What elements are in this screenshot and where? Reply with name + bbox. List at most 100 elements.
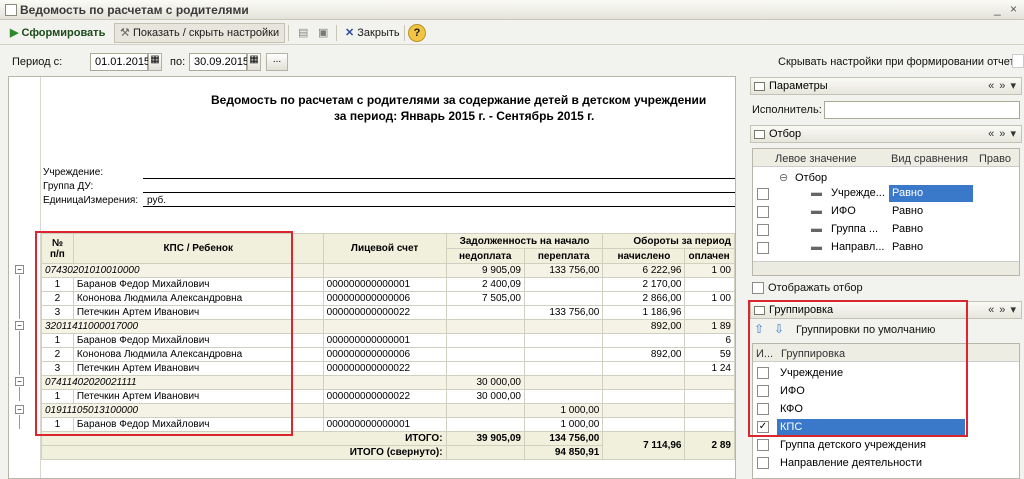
close-window-icon[interactable]: × xyxy=(1010,2,1017,16)
overpay-cell: 1 000,00 xyxy=(523,403,604,418)
collapse-group-icon[interactable]: − xyxy=(15,377,24,386)
paid-cell: 1 00 xyxy=(684,291,735,306)
total-underpay: 39 905,09 xyxy=(445,431,525,446)
paid-cell: 6 xyxy=(684,333,735,348)
window-title: Ведомость по расчетам с родителями xyxy=(20,3,249,17)
paid-cell: 1 24 xyxy=(684,361,735,376)
filter-hscrollbar[interactable] xyxy=(753,261,1019,275)
total-overpay: 134 756,00 xyxy=(523,431,604,446)
total-paid: 2 89 xyxy=(684,431,735,460)
filter-col-left: Левое значение xyxy=(775,153,857,165)
overpay-cell xyxy=(523,375,604,390)
filter-item-name: Направл... xyxy=(831,241,885,253)
paid-cell xyxy=(684,417,735,432)
field-icon: ▬ xyxy=(811,223,822,235)
grouping-item-checkbox[interactable] xyxy=(757,439,769,451)
group-line xyxy=(19,331,20,375)
grouping-item-name: Группа детского учреждения xyxy=(780,439,926,451)
highlight-box xyxy=(748,300,968,437)
params-icon xyxy=(754,82,765,91)
report-document[interactable]: Ведомость по расчетам с родителями за со… xyxy=(8,76,736,479)
account-cell: 000000000000022 xyxy=(322,389,447,404)
underline xyxy=(143,178,735,179)
period-from-input[interactable]: 01.01.2015 xyxy=(90,53,150,71)
filter-item-checkbox[interactable] xyxy=(757,242,769,254)
col-paid: оплачен xyxy=(684,248,735,264)
collapse-group-icon[interactable]: − xyxy=(15,321,24,330)
underpay-cell xyxy=(445,333,525,348)
grouping-nav-icon[interactable]: « » ▾ xyxy=(988,303,1017,316)
filter-item-name: Учрежде... xyxy=(831,187,885,199)
show-filter-checkbox[interactable] xyxy=(752,282,764,294)
help-icon[interactable]: ? xyxy=(408,24,426,42)
total-collapsed-overpay: 94 850,91 xyxy=(523,445,604,460)
underpay-cell xyxy=(445,305,525,320)
toggle-settings-button[interactable]: ⚒ Показать / скрыть настройки xyxy=(114,23,286,43)
overpay-cell xyxy=(523,277,604,292)
minimize-icon[interactable]: _ xyxy=(994,2,1001,16)
params-title: Параметры xyxy=(769,80,828,92)
overpay-cell: 133 756,00 xyxy=(523,263,604,278)
unit-value: руб. xyxy=(147,195,167,206)
overpay-cell xyxy=(523,333,604,348)
field-icon: ▬ xyxy=(811,205,822,217)
document-icon xyxy=(5,4,17,16)
filter-item-checkbox[interactable] xyxy=(757,188,769,200)
calendar-icon[interactable]: ▦ xyxy=(148,53,162,71)
accrued-cell: 892,00 xyxy=(602,347,686,362)
filter-nav-icon[interactable]: « » ▾ xyxy=(988,127,1017,140)
underpay-cell xyxy=(445,347,525,362)
wrench-icon: ⚒ xyxy=(120,27,130,39)
close-label: Закрыть xyxy=(357,27,400,39)
filter-header: Отбор « » ▾ xyxy=(750,125,1022,143)
filter-item-cmp[interactable]: Равно xyxy=(889,203,973,220)
filter-icon xyxy=(754,130,765,139)
accrued-cell: 2 866,00 xyxy=(602,291,686,306)
filter-item-cmp[interactable]: Равно xyxy=(889,239,973,256)
account-cell: 000000000000001 xyxy=(322,333,447,348)
col-debt: Задолженность на начало xyxy=(445,233,604,249)
executor-input[interactable] xyxy=(824,101,1020,119)
underpay-cell: 2 400,09 xyxy=(445,277,525,292)
close-button[interactable]: ✕ Закрыть xyxy=(339,23,406,43)
scrollbar[interactable] xyxy=(1012,54,1024,68)
filter-root: Отбор xyxy=(795,172,828,184)
filter-item-checkbox[interactable] xyxy=(757,206,769,218)
unit-label: ЕдиницаИзмерения: xyxy=(43,195,139,206)
paid-cell xyxy=(684,375,735,390)
filter-item-checkbox[interactable] xyxy=(757,224,769,236)
underpay-cell xyxy=(445,319,525,334)
filter-item-cmp[interactable]: Равно xyxy=(889,221,973,238)
filter-item-cmp[interactable]: Равно xyxy=(889,185,973,202)
calendar-icon[interactable]: ▦ xyxy=(247,53,261,71)
collapse-group-icon[interactable]: − xyxy=(15,265,24,274)
underpay-cell: 30 000,00 xyxy=(445,375,525,390)
grouping-item-checkbox[interactable] xyxy=(757,457,769,469)
report-period: за период: Январь 2015 г. - Сентябрь 201… xyxy=(334,109,595,123)
period-to-input[interactable]: 30.09.2015 xyxy=(189,53,249,71)
accrued-cell: 892,00 xyxy=(602,319,686,334)
period-select-button[interactable]: ... xyxy=(266,53,288,71)
report-title: Ведомость по расчетам с родителями за со… xyxy=(211,93,707,107)
toolbar-separator xyxy=(404,25,405,41)
paid-cell xyxy=(684,403,735,418)
params-nav-icon[interactable]: « » ▾ xyxy=(988,79,1017,92)
group-line xyxy=(19,387,20,401)
underpay-cell: 7 505,00 xyxy=(445,291,525,306)
window-titlebar: Ведомость по расчетам с родителями _ × xyxy=(0,0,1024,20)
collapse-group-icon[interactable]: − xyxy=(15,405,24,414)
accrued-cell: 2 170,00 xyxy=(602,277,686,292)
grouping-item-name: Направление деятельности xyxy=(780,457,922,469)
total-accrued: 7 114,96 xyxy=(602,431,686,460)
overpay-cell xyxy=(523,389,604,404)
group-label: Группа ДУ: xyxy=(43,181,94,192)
overpay-cell xyxy=(523,291,604,306)
generate-button[interactable]: ▶ Сформировать xyxy=(4,23,111,43)
collapse-icon[interactable]: ⊖ xyxy=(779,171,788,184)
save-icon[interactable]: ▣ xyxy=(312,23,334,43)
underline xyxy=(143,206,735,207)
filter-grid[interactable]: Левое значение Вид сравнения Право ⊖ Отб… xyxy=(752,148,1020,276)
account-cell: 000000000000001 xyxy=(322,417,447,432)
overpay-cell xyxy=(523,319,604,334)
accrued-cell xyxy=(602,361,686,376)
